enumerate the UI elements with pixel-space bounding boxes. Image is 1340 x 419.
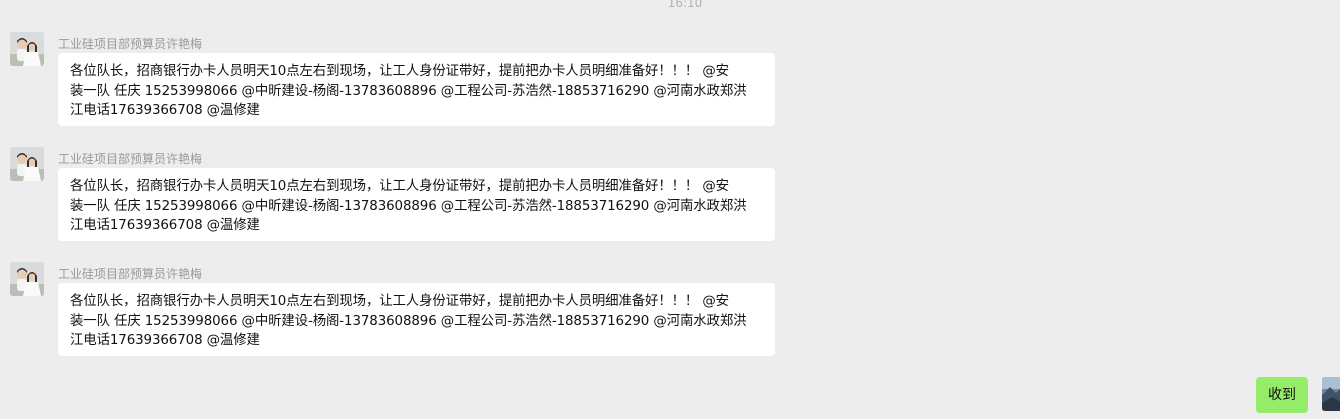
landscape-photo-avatar-icon[interactable] xyxy=(1322,377,1340,411)
message-line: 各位队长，招商银行办卡人员明天10点左右到现场，让工人身份证带好，提前把办卡人员… xyxy=(70,294,729,309)
message-line: 装一队 任庆 15253998066 @中昕建设-杨阁-13783608896 … xyxy=(70,313,747,329)
message-line: 装一队 任庆 15253998066 @中昕建设-杨阁-13783608896 … xyxy=(70,83,747,99)
message-bubble[interactable]: 各位队长，招商银行办卡人员明天10点左右到现场，让工人身份证带好，提前把办卡人员… xyxy=(58,53,775,126)
chat-message: 工业硅项目部预算员许艳梅 各位队长，招商银行办卡人员明天10点左右到现场，让工人… xyxy=(10,147,810,247)
message-line: 各位队长，招商银行办卡人员明天10点左右到现场，让工人身份证带好，提前把办卡人员… xyxy=(70,179,729,194)
chat-message: 工业硅项目部预算员许艳梅 各位队长，招商银行办卡人员明天10点左右到现场，让工人… xyxy=(10,32,810,132)
chat-message: 工业硅项目部预算员许艳梅 各位队长，招商银行办卡人员明天10点左右到现场，让工人… xyxy=(10,262,810,362)
self-chat-message: 收到 xyxy=(1240,377,1340,413)
couple-photo-avatar-icon[interactable] xyxy=(10,262,44,296)
couple-photo-avatar-icon[interactable] xyxy=(10,147,44,181)
sender-name: 工业硅项目部预算员许艳梅 xyxy=(58,267,203,281)
sender-name: 工业硅项目部预算员许艳梅 xyxy=(58,37,203,51)
message-line: 江电话17639366708 @温修建 xyxy=(70,218,260,233)
message-line: 江电话17639366708 @温修建 xyxy=(70,333,260,348)
chat-timestamp: 16:10 xyxy=(667,0,703,10)
self-message-bubble[interactable]: 收到 xyxy=(1256,377,1308,413)
sender-name: 工业硅项目部预算员许艳梅 xyxy=(58,152,203,166)
couple-photo-avatar-icon[interactable] xyxy=(10,32,44,66)
message-bubble[interactable]: 各位队长，招商银行办卡人员明天10点左右到现场，让工人身份证带好，提前把办卡人员… xyxy=(58,168,775,241)
message-line: 各位队长，招商银行办卡人员明天10点左右到现场，让工人身份证带好，提前把办卡人员… xyxy=(70,64,729,79)
message-line: 装一队 任庆 15253998066 @中昕建设-杨阁-13783608896 … xyxy=(70,198,747,214)
message-bubble[interactable]: 各位队长，招商银行办卡人员明天10点左右到现场，让工人身份证带好，提前把办卡人员… xyxy=(58,283,775,356)
message-line: 江电话17639366708 @温修建 xyxy=(70,103,260,118)
